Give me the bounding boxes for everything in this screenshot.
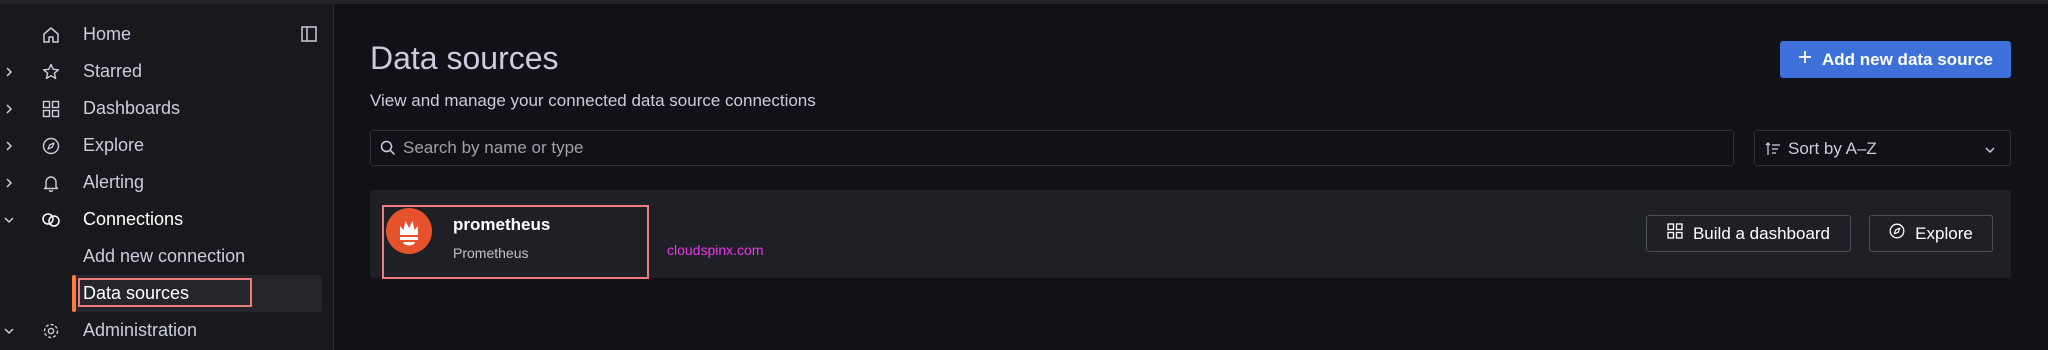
- chevron-right-icon[interactable]: [3, 103, 15, 115]
- sidebar-item-label: Alerting: [83, 172, 145, 192]
- chevron-down-icon[interactable]: [3, 214, 15, 226]
- datasource-name-link[interactable]: prometheus: [453, 215, 550, 235]
- search-box: [370, 130, 1734, 166]
- compass-icon: [1889, 223, 1905, 244]
- search-input[interactable]: [403, 131, 1723, 165]
- sidebar-item-administration[interactable]: Administration: [0, 312, 333, 349]
- sidebar-subitem-label: Data sources: [83, 283, 190, 303]
- watermark-text: cloudspinx.com: [667, 242, 764, 258]
- sidebar-item-label: Starred: [83, 61, 143, 81]
- bell-icon: [41, 173, 61, 193]
- sidebar: Home Starred Dashboards Explore Alerting…: [0, 4, 334, 350]
- sidebar-item-label: Home: [83, 24, 132, 44]
- explore-label: Explore: [1915, 223, 1973, 243]
- chevron-right-icon[interactable]: [3, 66, 15, 78]
- datasource-card[interactable]: prometheus Prometheus cloudspinx.com Bui…: [370, 190, 2011, 279]
- sidebar-item-home[interactable]: Home: [0, 16, 333, 53]
- chevron-down-icon: [1984, 143, 1996, 155]
- add-new-data-source-button[interactable]: Add new data source: [1780, 41, 2011, 78]
- dashboards-grid-icon: [41, 99, 61, 119]
- sidebar-item-alerting[interactable]: Alerting: [0, 164, 333, 201]
- active-indicator: [72, 275, 76, 312]
- sort-select[interactable]: Sort by A–Z: [1754, 130, 2011, 166]
- sidebar-subitem-label: Add new connection: [83, 246, 246, 266]
- gear-icon: [41, 321, 61, 341]
- prometheus-logo-icon: [386, 208, 432, 254]
- main-content: Data sources View and manage your connec…: [334, 4, 2048, 350]
- compass-icon: [41, 136, 61, 156]
- sidebar-item-starred[interactable]: Starred: [0, 53, 333, 90]
- sidebar-item-label: Administration: [83, 320, 198, 340]
- chevron-right-icon[interactable]: [3, 140, 15, 152]
- datasource-type: Prometheus: [453, 245, 529, 261]
- plus-icon: [1798, 50, 1812, 69]
- sort-icon: [1765, 141, 1781, 157]
- sidebar-item-dashboards[interactable]: Dashboards: [0, 90, 333, 127]
- build-dashboard-button[interactable]: Build a dashboard: [1646, 215, 1851, 252]
- star-icon: [41, 62, 61, 82]
- sidebar-item-explore[interactable]: Explore: [0, 127, 333, 164]
- explore-button[interactable]: Explore: [1869, 215, 1993, 252]
- sort-label: Sort by A–Z: [1788, 139, 1877, 158]
- build-dashboard-label: Build a dashboard: [1692, 223, 1831, 243]
- sidebar-subitem-add-new-connection[interactable]: Add new connection: [0, 238, 333, 275]
- chevron-right-icon[interactable]: [3, 177, 15, 189]
- sidebar-subitem-data-sources[interactable]: Data sources: [72, 275, 322, 312]
- page-subtitle: View and manage your connected data sour…: [370, 91, 816, 110]
- dashboards-grid-icon: [1667, 223, 1683, 244]
- add-new-data-source-label: Add new data source: [1822, 49, 1993, 69]
- search-icon: [380, 140, 396, 156]
- sidebar-item-label: Dashboards: [83, 98, 181, 118]
- chevron-down-icon[interactable]: [3, 325, 15, 337]
- connections-icon: [41, 210, 61, 230]
- home-icon: [41, 25, 61, 45]
- sidebar-item-label: Connections: [83, 209, 184, 229]
- page-title: Data sources: [370, 40, 559, 76]
- sidebar-item-label: Explore: [83, 135, 145, 155]
- sidebar-item-connections[interactable]: Connections: [0, 201, 333, 238]
